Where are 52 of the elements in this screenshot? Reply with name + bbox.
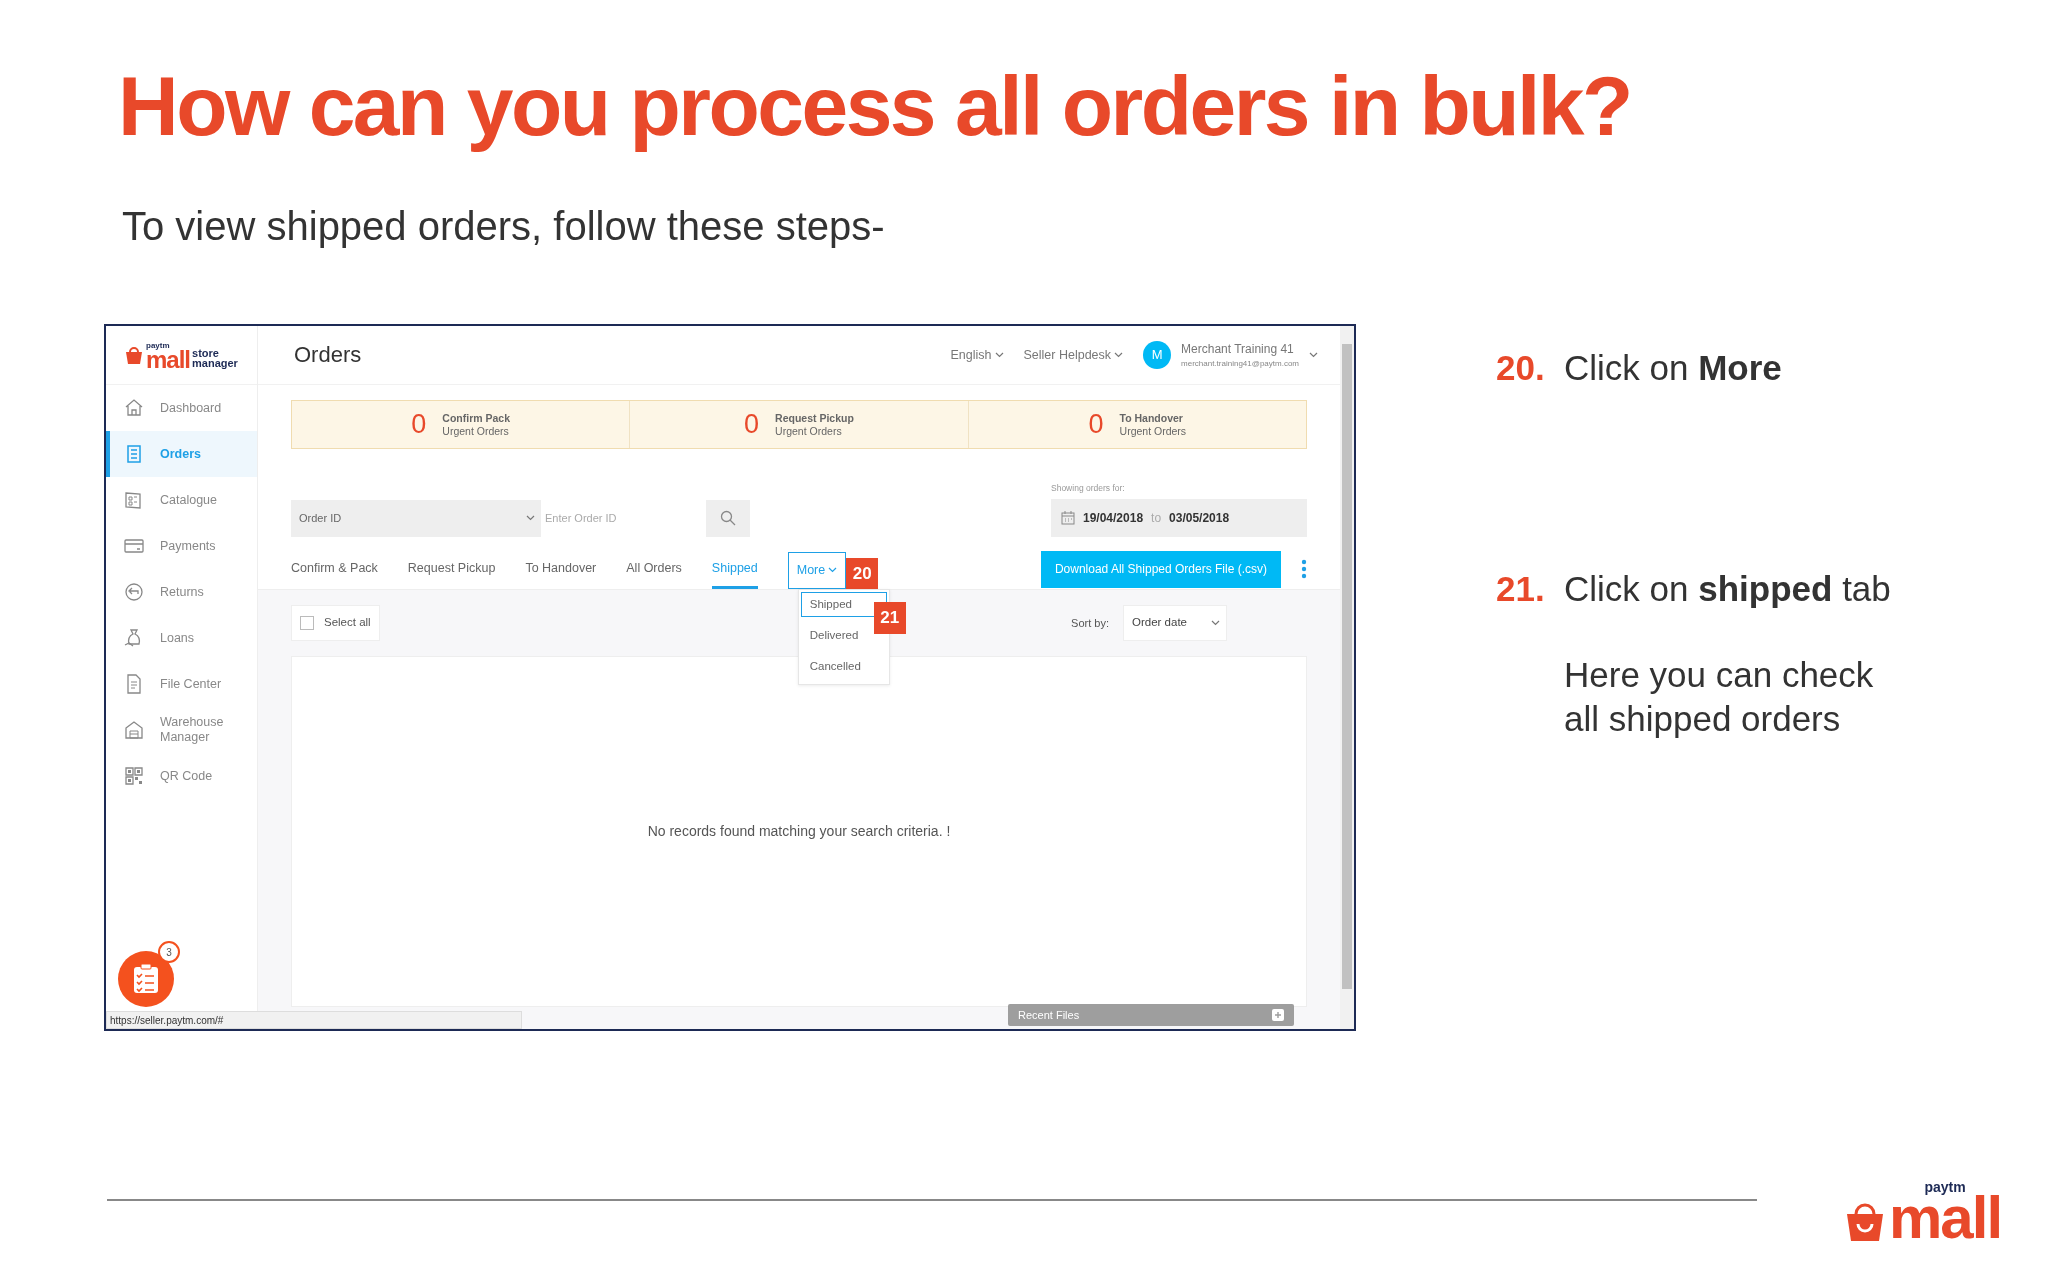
urgent-subtitle: Urgent Orders [775, 424, 843, 438]
sort-select[interactable]: Order date [1123, 604, 1227, 641]
sidebar-item[interactable]: Returns [106, 569, 257, 616]
urgent-count: 0 [411, 411, 427, 439]
order-tab[interactable]: To Handover [525, 549, 597, 589]
select-all-checkbox[interactable]: Select all [291, 604, 380, 641]
urgent-subtitle: Urgent Orders [1119, 424, 1187, 438]
recent-files-bar[interactable]: Recent Files [1008, 1004, 1294, 1027]
user-email: merchant.training41@paytm.com [1181, 358, 1299, 371]
logo-line: store [192, 349, 220, 360]
sidebar-item[interactable]: Dashboard [106, 385, 257, 432]
logo-name: mall [1889, 1194, 2002, 1242]
step-note: Here you can check all shipped orders [1564, 654, 1875, 740]
sidebar-item[interactable]: QR Code [106, 753, 257, 800]
logo-line: manager [192, 359, 238, 370]
logo-name: mall [146, 349, 191, 369]
sidebar-item[interactable]: Orders [106, 431, 257, 478]
sort-label: Sort by: [1071, 615, 1109, 631]
sidebar-item[interactable]: Payments [106, 523, 257, 570]
slide-title: How can you process all orders in bulk? [117, 58, 1632, 151]
step-text: Click on More [1564, 347, 1782, 390]
sidebar-item[interactable]: Catalogue [106, 477, 257, 524]
step-number: 21. [1496, 567, 1546, 610]
urgent-subtitle: Urgent Orders [442, 424, 510, 438]
urgent-title: Confirm Pack [442, 412, 510, 425]
slide-subtitle: To view shipped orders, follow these steps- [121, 203, 886, 251]
urgent-count: 0 [1088, 411, 1104, 439]
dropdown-item[interactable]: Cancelled [800, 654, 887, 680]
order-tab[interactable]: Confirm & Pack [291, 549, 378, 589]
date-range-label: Showing orders for: [1051, 482, 1126, 495]
urgent-count: 0 [744, 411, 760, 439]
language-menu[interactable]: English [950, 345, 1004, 365]
sidebar-item[interactable]: File Center [106, 661, 257, 708]
user-name: Merchant Training 41 [1181, 341, 1295, 359]
step-callout: 20 [846, 557, 879, 590]
date-range-field[interactable]: 19/04/2018 to 03/05/2018 [1051, 498, 1307, 537]
helpdesk-menu[interactable]: Seller Helpdesk [1023, 345, 1124, 365]
more-tab[interactable]: More [787, 551, 847, 589]
step-number: 20. [1496, 347, 1546, 390]
page-title: Orders [294, 342, 362, 369]
logo-brand: paytm [1923, 1180, 1967, 1194]
search-type-select[interactable]: Order ID [291, 499, 541, 537]
urgent-title: To Handover [1119, 412, 1184, 425]
order-tab[interactable]: All Orders [626, 549, 682, 589]
order-tab[interactable]: Request Pickup [407, 549, 496, 589]
sidebar-item[interactable]: Loans [106, 615, 257, 662]
status-url: https://seller.paytm.com/# [106, 1011, 522, 1030]
logo-brand: paytm [146, 341, 170, 350]
urgent-title: Request Pickup [775, 412, 854, 425]
user-avatar: M [1143, 341, 1172, 370]
step-text: Click on shipped tab [1564, 567, 1891, 610]
sidebar-item[interactable]: Warehouse Manager [106, 707, 257, 754]
